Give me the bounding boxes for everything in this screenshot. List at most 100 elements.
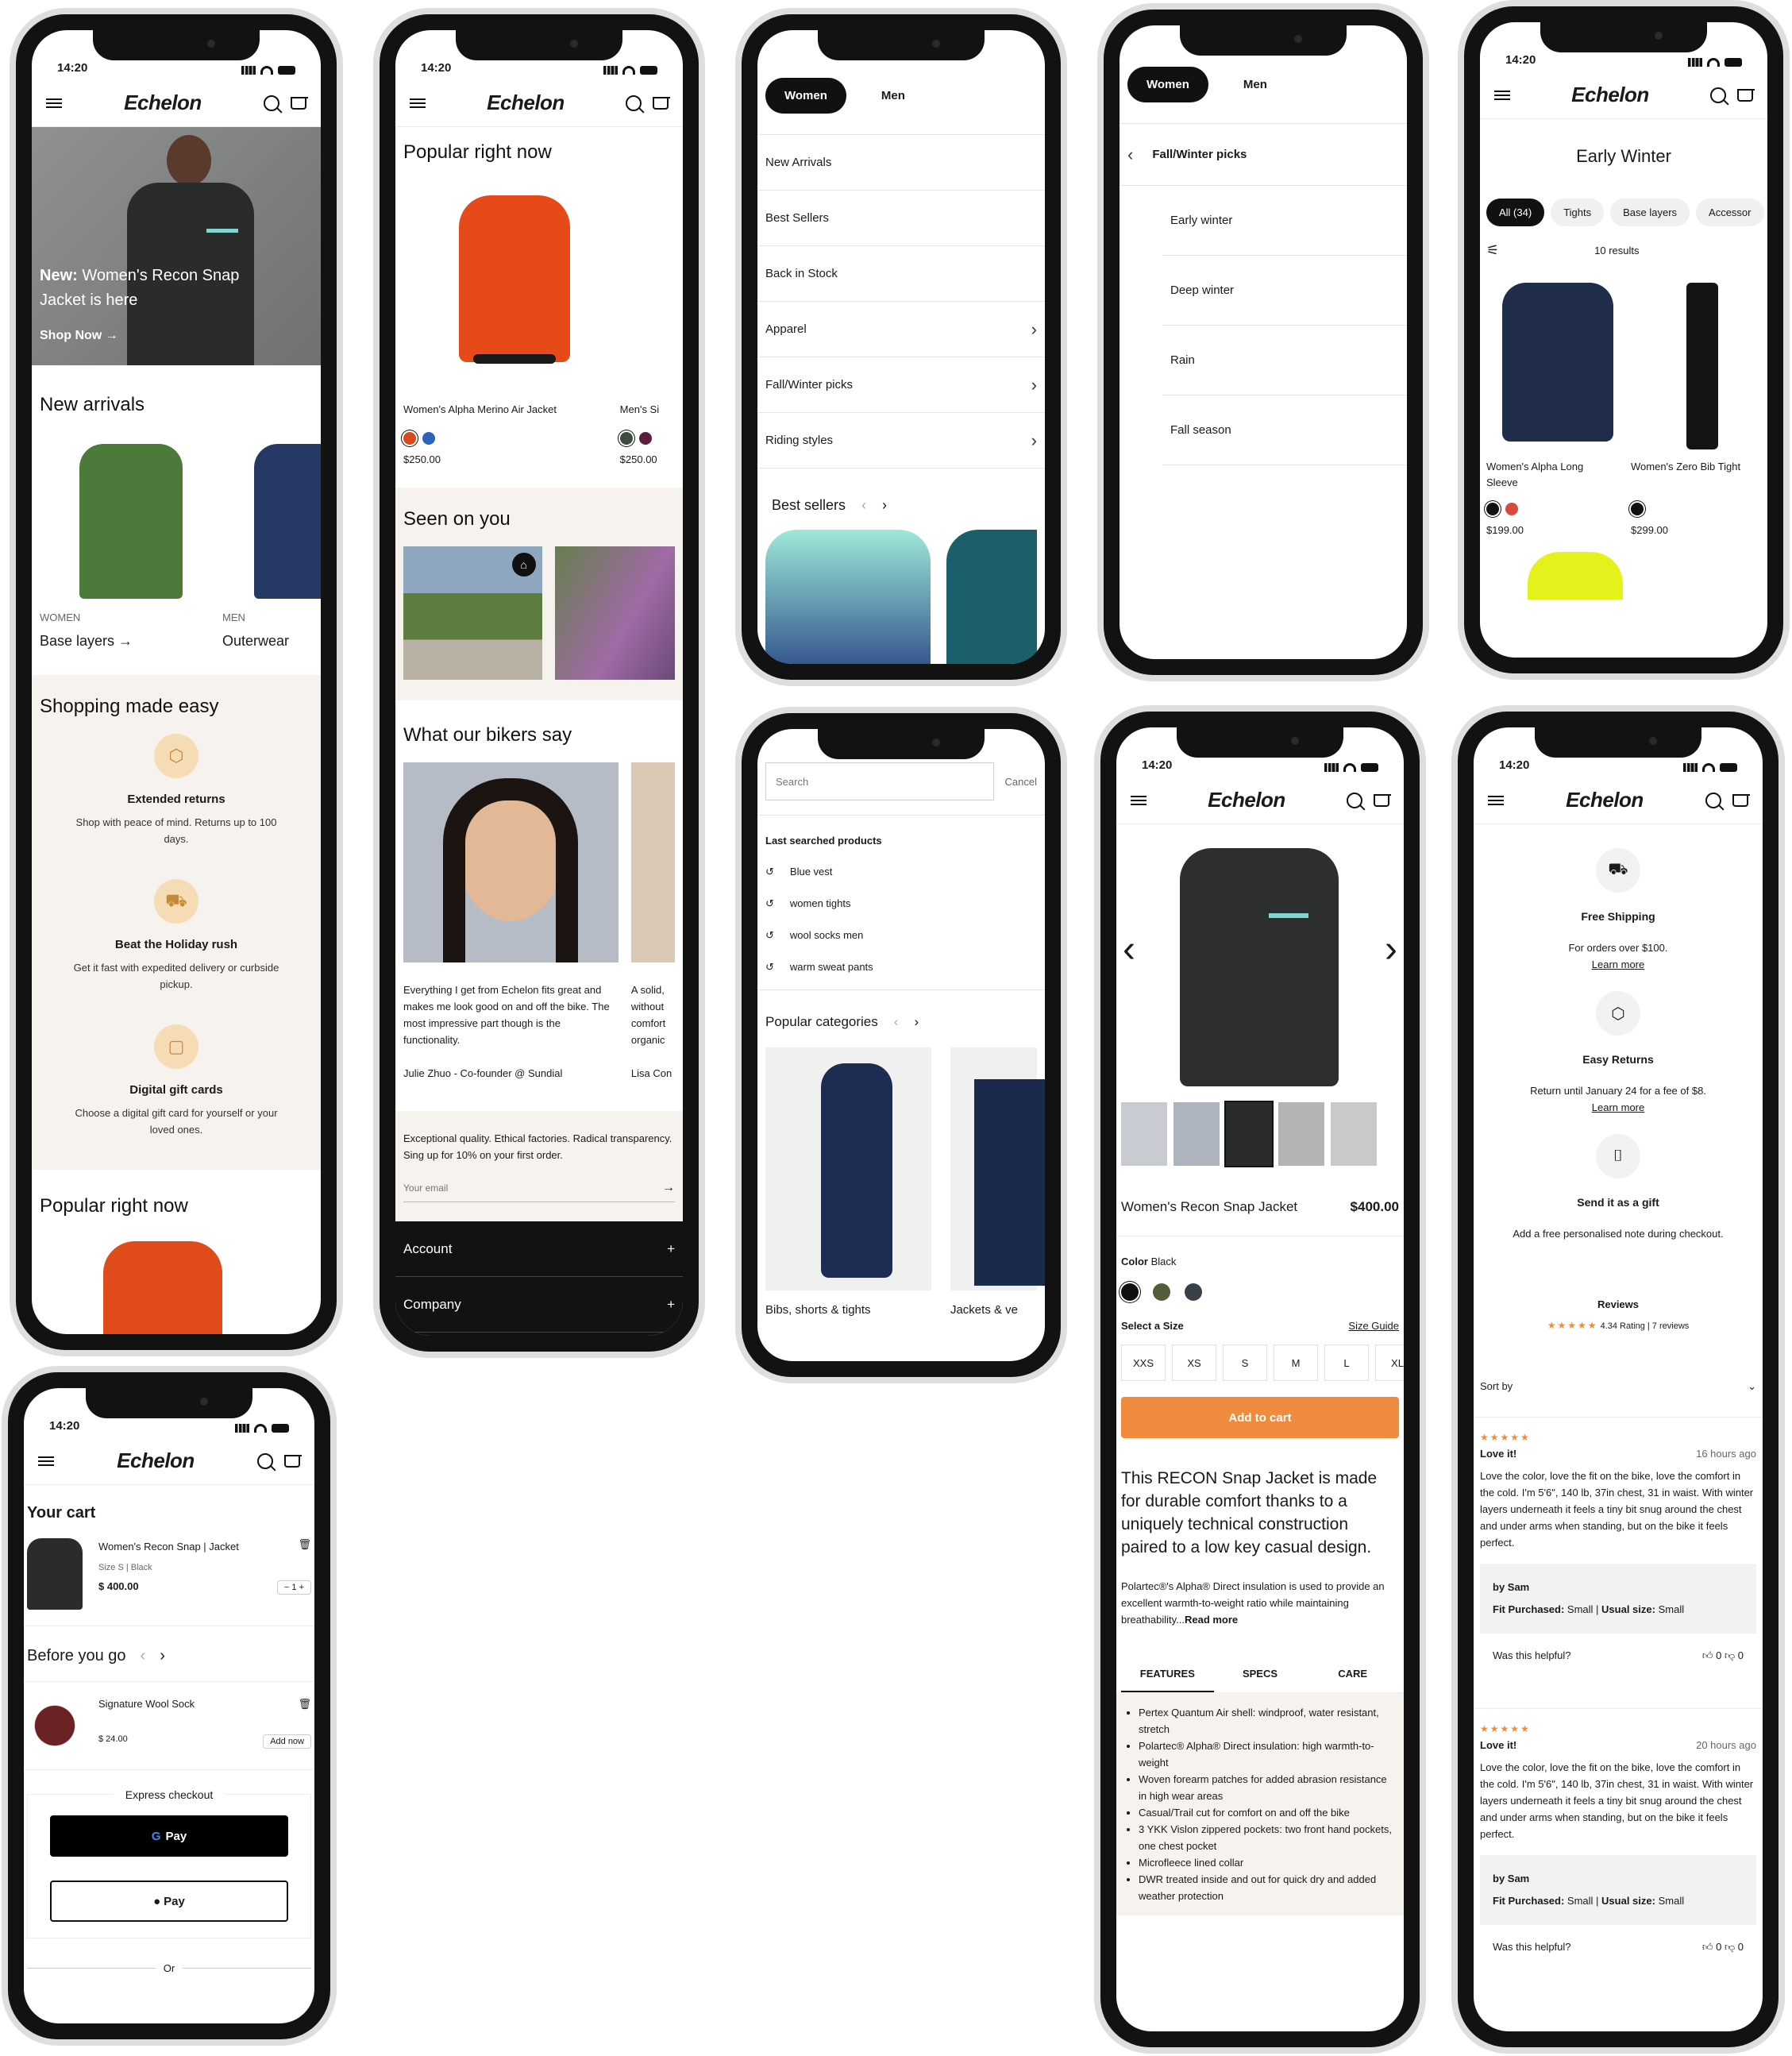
cart-icon[interactable] xyxy=(652,96,670,110)
footer-account[interactable]: Account + xyxy=(395,1221,683,1277)
chip-tights[interactable]: Tights xyxy=(1551,199,1605,226)
menu-item-apparel[interactable]: Apparel › xyxy=(757,302,1045,357)
size-xl[interactable]: XL xyxy=(1375,1344,1404,1381)
submenu-item-early-winter[interactable]: Early winter xyxy=(1162,186,1407,256)
orange-jacket-image[interactable] xyxy=(40,1233,313,1334)
filter-icon[interactable]: ⚟ xyxy=(1486,242,1499,259)
add-now-button[interactable]: Add now xyxy=(263,1734,311,1749)
menu-item-back-in-stock[interactable]: Back in Stock xyxy=(757,246,1045,302)
swatch-slate[interactable] xyxy=(1185,1283,1202,1301)
apple-pay-button[interactable]: ● Pay xyxy=(50,1880,288,1922)
trash-icon[interactable]: 🗑︎ xyxy=(298,1698,311,1711)
swatch-orange[interactable] xyxy=(403,431,416,445)
category-card[interactable]: Bibs, shorts & tights xyxy=(765,1047,931,1317)
chevron-right-icon[interactable]: › xyxy=(914,1014,919,1030)
product-card[interactable]: Women's Alpha Long Sleeve $199.00 xyxy=(1486,275,1617,536)
search-icon[interactable] xyxy=(256,1452,273,1469)
prev-image-button[interactable]: ‹ xyxy=(1123,928,1135,971)
category-link[interactable]: Outerwear xyxy=(222,633,313,650)
swatch-green[interactable] xyxy=(619,431,633,445)
search-input[interactable] xyxy=(765,762,994,800)
add-to-cart-button[interactable]: Add to cart xyxy=(1121,1397,1399,1438)
thumbs-down-icon[interactable]: 👎︎ xyxy=(1725,1941,1735,1953)
chip-accessories[interactable]: Accessor xyxy=(1696,199,1764,226)
mint-jersey-image[interactable] xyxy=(765,530,931,664)
cart-icon[interactable] xyxy=(1736,88,1755,102)
logo[interactable]: Echelon xyxy=(487,91,565,115)
size-xxs[interactable]: XXS xyxy=(1121,1344,1166,1381)
recent-search[interactable]: ↺ wool socks men xyxy=(757,920,1045,951)
logo[interactable]: Echelon xyxy=(1208,788,1285,812)
chevron-left-icon[interactable]: ‹ xyxy=(861,497,866,514)
menu-icon[interactable] xyxy=(1131,795,1146,805)
thumbs-up-icon[interactable]: 👍︎ xyxy=(1702,1941,1713,1953)
tab-men[interactable]: Men xyxy=(862,78,924,114)
size-guide-link[interactable]: Size Guide xyxy=(1348,1320,1399,1332)
thumbnail[interactable] xyxy=(1331,1102,1377,1166)
logo[interactable]: Echelon xyxy=(124,91,202,115)
chevron-right-icon[interactable]: › xyxy=(160,1647,165,1665)
menu-icon[interactable] xyxy=(410,98,426,108)
product-card[interactable]: Men's Si $250.00 xyxy=(619,179,675,465)
thumbs-down-icon[interactable]: 👎︎ xyxy=(1725,1649,1735,1661)
trash-icon[interactable]: 🗑︎ xyxy=(298,1538,311,1555)
recent-search[interactable]: ↺ women tights xyxy=(757,888,1045,920)
chip-all[interactable]: All (34) xyxy=(1486,199,1545,226)
chip-base-layers[interactable]: Base layers xyxy=(1610,199,1690,226)
shopping-bag-icon[interactable]: ⌂ xyxy=(511,553,536,577)
cart-icon[interactable] xyxy=(1373,793,1391,807)
yellow-jersey-image[interactable] xyxy=(1528,552,1623,600)
submenu-item-rain[interactable]: Rain xyxy=(1162,326,1407,395)
swatch-black[interactable] xyxy=(1486,502,1499,515)
tab-men[interactable]: Men xyxy=(1224,67,1286,102)
tab-specs[interactable]: SPECS xyxy=(1214,1657,1307,1692)
product-card[interactable]: Women's Alpha Merino Air Jacket $250.00 xyxy=(403,179,596,465)
thumbs-up-icon[interactable]: 👍︎ xyxy=(1702,1649,1713,1661)
next-image-button[interactable]: › xyxy=(1385,928,1397,971)
menu-item-best-sellers[interactable]: Best Sellers xyxy=(757,191,1045,246)
cart-icon[interactable] xyxy=(283,1454,302,1468)
swatch-blue[interactable] xyxy=(422,431,435,445)
swatch-olive[interactable] xyxy=(1153,1283,1170,1301)
recent-search[interactable]: ↺ Blue vest xyxy=(757,856,1045,888)
thumbnail[interactable] xyxy=(1173,1102,1220,1166)
chevron-left-icon[interactable]: ‹ xyxy=(141,1647,146,1665)
size-s[interactable]: S xyxy=(1223,1344,1267,1381)
cart-icon[interactable] xyxy=(290,96,308,110)
size-m[interactable]: M xyxy=(1274,1344,1318,1381)
shop-now-link[interactable]: Shop Now → xyxy=(40,329,118,343)
teal-jersey-image[interactable] xyxy=(946,530,1037,664)
chevron-right-icon[interactable]: › xyxy=(882,497,887,514)
google-pay-button[interactable]: G Pay xyxy=(50,1815,288,1857)
swatch-red[interactable] xyxy=(1505,502,1518,515)
read-more-link[interactable]: Read more xyxy=(1185,1614,1238,1626)
hero[interactable]: New: Women's Recon Snap Jacket is here S… xyxy=(32,127,321,365)
recent-search[interactable]: ↺ warm sweat pants xyxy=(757,951,1045,990)
quantity-stepper[interactable]: − 1 + xyxy=(276,1580,311,1595)
email-input[interactable] xyxy=(403,1181,526,1195)
cart-icon[interactable] xyxy=(1732,793,1750,807)
cancel-button[interactable]: Cancel xyxy=(1005,776,1037,788)
search-icon[interactable] xyxy=(1346,792,1362,808)
search-icon[interactable] xyxy=(625,95,642,111)
logo[interactable]: Echelon xyxy=(1571,83,1649,107)
swatch-black[interactable] xyxy=(1121,1283,1139,1301)
tab-women[interactable]: Women xyxy=(1127,67,1208,102)
size-xs[interactable]: XS xyxy=(1172,1344,1216,1381)
footer-company[interactable]: Company + xyxy=(395,1277,683,1333)
thumbnail[interactable] xyxy=(1224,1101,1274,1167)
customer-photo[interactable] xyxy=(554,546,675,680)
category-card[interactable]: Jackets & ve xyxy=(950,1047,1045,1317)
swatch-plum[interactable] xyxy=(638,431,652,445)
logo[interactable]: Echelon xyxy=(117,1448,195,1473)
back-button[interactable]: ‹ Fall/Winter picks xyxy=(1120,124,1407,186)
logo[interactable]: Echelon xyxy=(1566,788,1644,812)
menu-icon[interactable] xyxy=(46,98,62,108)
size-l[interactable]: L xyxy=(1324,1344,1369,1381)
thumbnail[interactable] xyxy=(1121,1102,1167,1166)
submenu-item-fall-season[interactable]: Fall season xyxy=(1162,395,1407,465)
customer-photo[interactable]: ⌂ xyxy=(403,546,542,680)
search-icon[interactable] xyxy=(1709,87,1726,103)
menu-icon[interactable] xyxy=(1494,90,1510,100)
product-card[interactable]: Women's Zero Bib Tight $299.00 xyxy=(1631,275,1761,536)
